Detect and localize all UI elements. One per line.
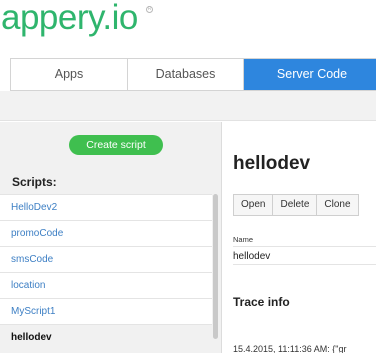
script-item-smscode[interactable]: smsCode [0,246,212,272]
delete-button[interactable]: Delete [272,194,318,216]
toolbar-strip [0,91,376,121]
open-button[interactable]: Open [233,194,274,216]
tab-databases[interactable]: Databases [128,59,244,90]
trace-log-line: 15.4.2015, 11:11:36 AM: {"gr [233,344,347,353]
script-item-hellodev[interactable]: hellodev [0,324,212,350]
script-item-hellodev2[interactable]: HelloDev2 [0,194,212,220]
top-tabs: Apps Databases Server Code [10,58,376,91]
script-actions: Open Delete Clone [233,194,359,216]
name-value: hellodev [233,246,376,265]
tab-server-code[interactable]: Server Code [244,59,376,90]
scripts-list: HelloDev2 promoCode smsCode location MyS… [0,194,212,350]
sidebar-scrollbar[interactable] [213,194,218,339]
registered-mark-icon: R [146,6,153,13]
scripts-heading: Scripts: [12,175,57,189]
appery-logo: appery.io R [0,0,200,46]
script-detail-panel: hellodev Open Delete Clone Name hellodev… [223,122,376,353]
script-item-myscript1[interactable]: MyScript1 [0,298,212,324]
script-item-location[interactable]: location [0,272,212,298]
script-title: hellodev [233,153,311,174]
create-script-button[interactable]: Create script [69,135,163,155]
scripts-sidebar: Create script Scripts: HelloDev2 promoCo… [0,122,222,353]
trace-info-heading: Trace info [233,295,290,309]
script-item-promocode[interactable]: promoCode [0,220,212,246]
clone-button[interactable]: Clone [316,194,359,216]
logo-wordmark: appery.io [1,0,138,37]
name-label: Name [233,235,254,244]
tab-apps[interactable]: Apps [11,59,128,90]
